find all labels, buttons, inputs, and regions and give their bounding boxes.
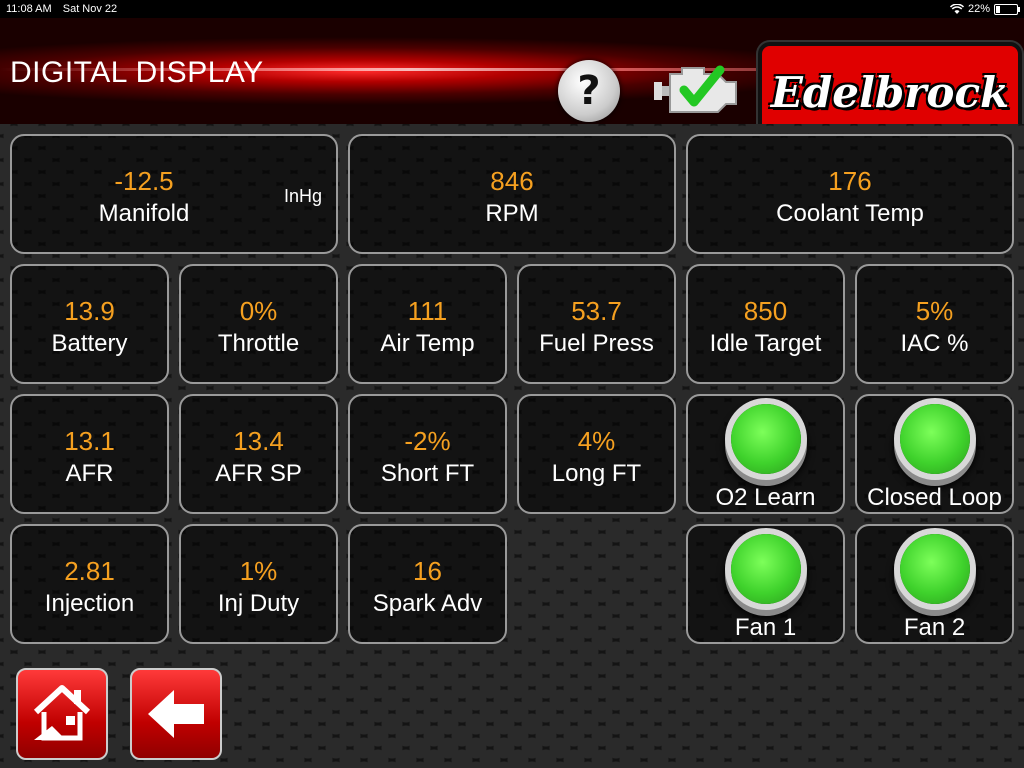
gauge-air-temp[interactable]: 111 Air Temp [348,264,507,384]
gauge-value: 13.9 [64,296,115,326]
status-time: 11:08 AM [6,3,52,15]
gauge-value: 5% [915,296,954,326]
gauge-rpm[interactable]: 846 RPM [348,134,676,254]
gauge-label: Throttle [217,330,300,357]
gauge-label: Long FT [551,460,642,487]
gauge-label: AFR [65,460,114,487]
indicator-o2-learn[interactable]: O2 Learn [686,394,845,514]
indicator-fan-2[interactable]: Fan 2 [855,524,1014,644]
indicator-fan-1[interactable]: Fan 1 [686,524,845,644]
gauge-label: RPM [485,200,539,227]
gauge-idle-target[interactable]: 850 Idle Target [686,264,845,384]
gauge-label: Injection [44,590,135,617]
gauge-iac[interactable]: 5% IAC % [855,264,1014,384]
question-mark-icon: ? [577,68,601,114]
gauge-value: 850 [743,296,788,326]
gauge-injection[interactable]: 2.81 Injection [10,524,169,644]
gauge-short-ft[interactable]: -2% Short FT [348,394,507,514]
header-bar: DIGITAL DISPLAY ? Edelbrock [0,18,1024,142]
indicator-label: Closed Loop [867,484,1002,511]
indicator-closed-loop[interactable]: Closed Loop [855,394,1014,514]
gauge-label: Battery [51,330,128,357]
gauge-manifold[interactable]: -12.5 Manifold InHg [10,134,338,254]
status-bar: 11:08 AM Sat Nov 22 22% [0,0,1024,18]
indicator-label: O2 Learn [715,484,816,511]
gauge-grid: -12.5 Manifold InHg 846 RPM 176 Coolant … [0,124,1024,768]
gauge-value: 13.1 [64,426,115,456]
gauge-label: Manifold [98,200,190,227]
gauge-label: IAC % [900,330,969,357]
gauge-afr-sp[interactable]: 13.4 AFR SP [179,394,338,514]
check-engine-ok-icon[interactable] [648,60,746,120]
gauge-value: 176 [828,166,872,196]
gauge-throttle[interactable]: 0% Throttle [179,264,338,384]
battery-icon [994,3,1020,15]
gauge-spark-adv[interactable]: 16 Spark Adv [348,524,507,644]
gauge-label: Spark Adv [372,590,483,617]
home-button[interactable] [16,668,108,760]
gauge-value: -12.5 [114,166,174,196]
gauge-value: 111 [407,296,448,326]
indicator-label: Fan 2 [903,614,966,641]
gauge-fuel-press[interactable]: 53.7 Fuel Press [517,264,676,384]
gauge-value: -2% [404,426,451,456]
wifi-icon [949,3,964,14]
gauge-inj-duty[interactable]: 1% Inj Duty [179,524,338,644]
gauge-label: Coolant Temp [776,200,924,227]
gauge-value: 2.81 [64,556,115,586]
gauge-unit: InHg [284,186,323,206]
gauge-value: 846 [490,166,534,196]
gauge-value: 4% [577,426,616,456]
gauge-label: Idle Target [709,330,822,357]
gauge-long-ft[interactable]: 4% Long FT [517,394,676,514]
help-button[interactable]: ? [558,60,620,122]
gauge-label: Fuel Press [539,330,654,357]
status-lamp-icon [730,404,801,474]
status-lamp-icon [899,534,970,604]
brand-name: Edelbrock [770,67,1010,117]
status-lamp-icon [730,534,801,604]
gauge-value: 16 [413,556,442,586]
battery-percent: 22% [967,3,990,15]
gauge-coolant-temp[interactable]: 176 Coolant Temp [686,134,1014,254]
gauge-label: AFR SP [215,460,302,487]
gauge-label: Inj Duty [217,590,300,617]
gauge-value: 1% [239,556,278,586]
back-button[interactable] [130,668,222,760]
page-title: DIGITAL DISPLAY [10,56,264,89]
gauge-value: 53.7 [571,296,622,326]
gauge-battery[interactable]: 13.9 Battery [10,264,169,384]
gauge-label: Air Temp [380,330,475,357]
back-arrow-icon [148,690,204,738]
gauge-value: 0% [239,296,278,326]
status-date: Sat Nov 22 [62,3,118,15]
home-icon [33,685,91,741]
status-lamp-icon [899,404,970,474]
gauge-afr[interactable]: 13.1 AFR [10,394,169,514]
indicator-label: Fan 1 [734,614,797,641]
gauge-value: 13.4 [233,426,284,456]
gauge-label: Short FT [380,460,475,487]
